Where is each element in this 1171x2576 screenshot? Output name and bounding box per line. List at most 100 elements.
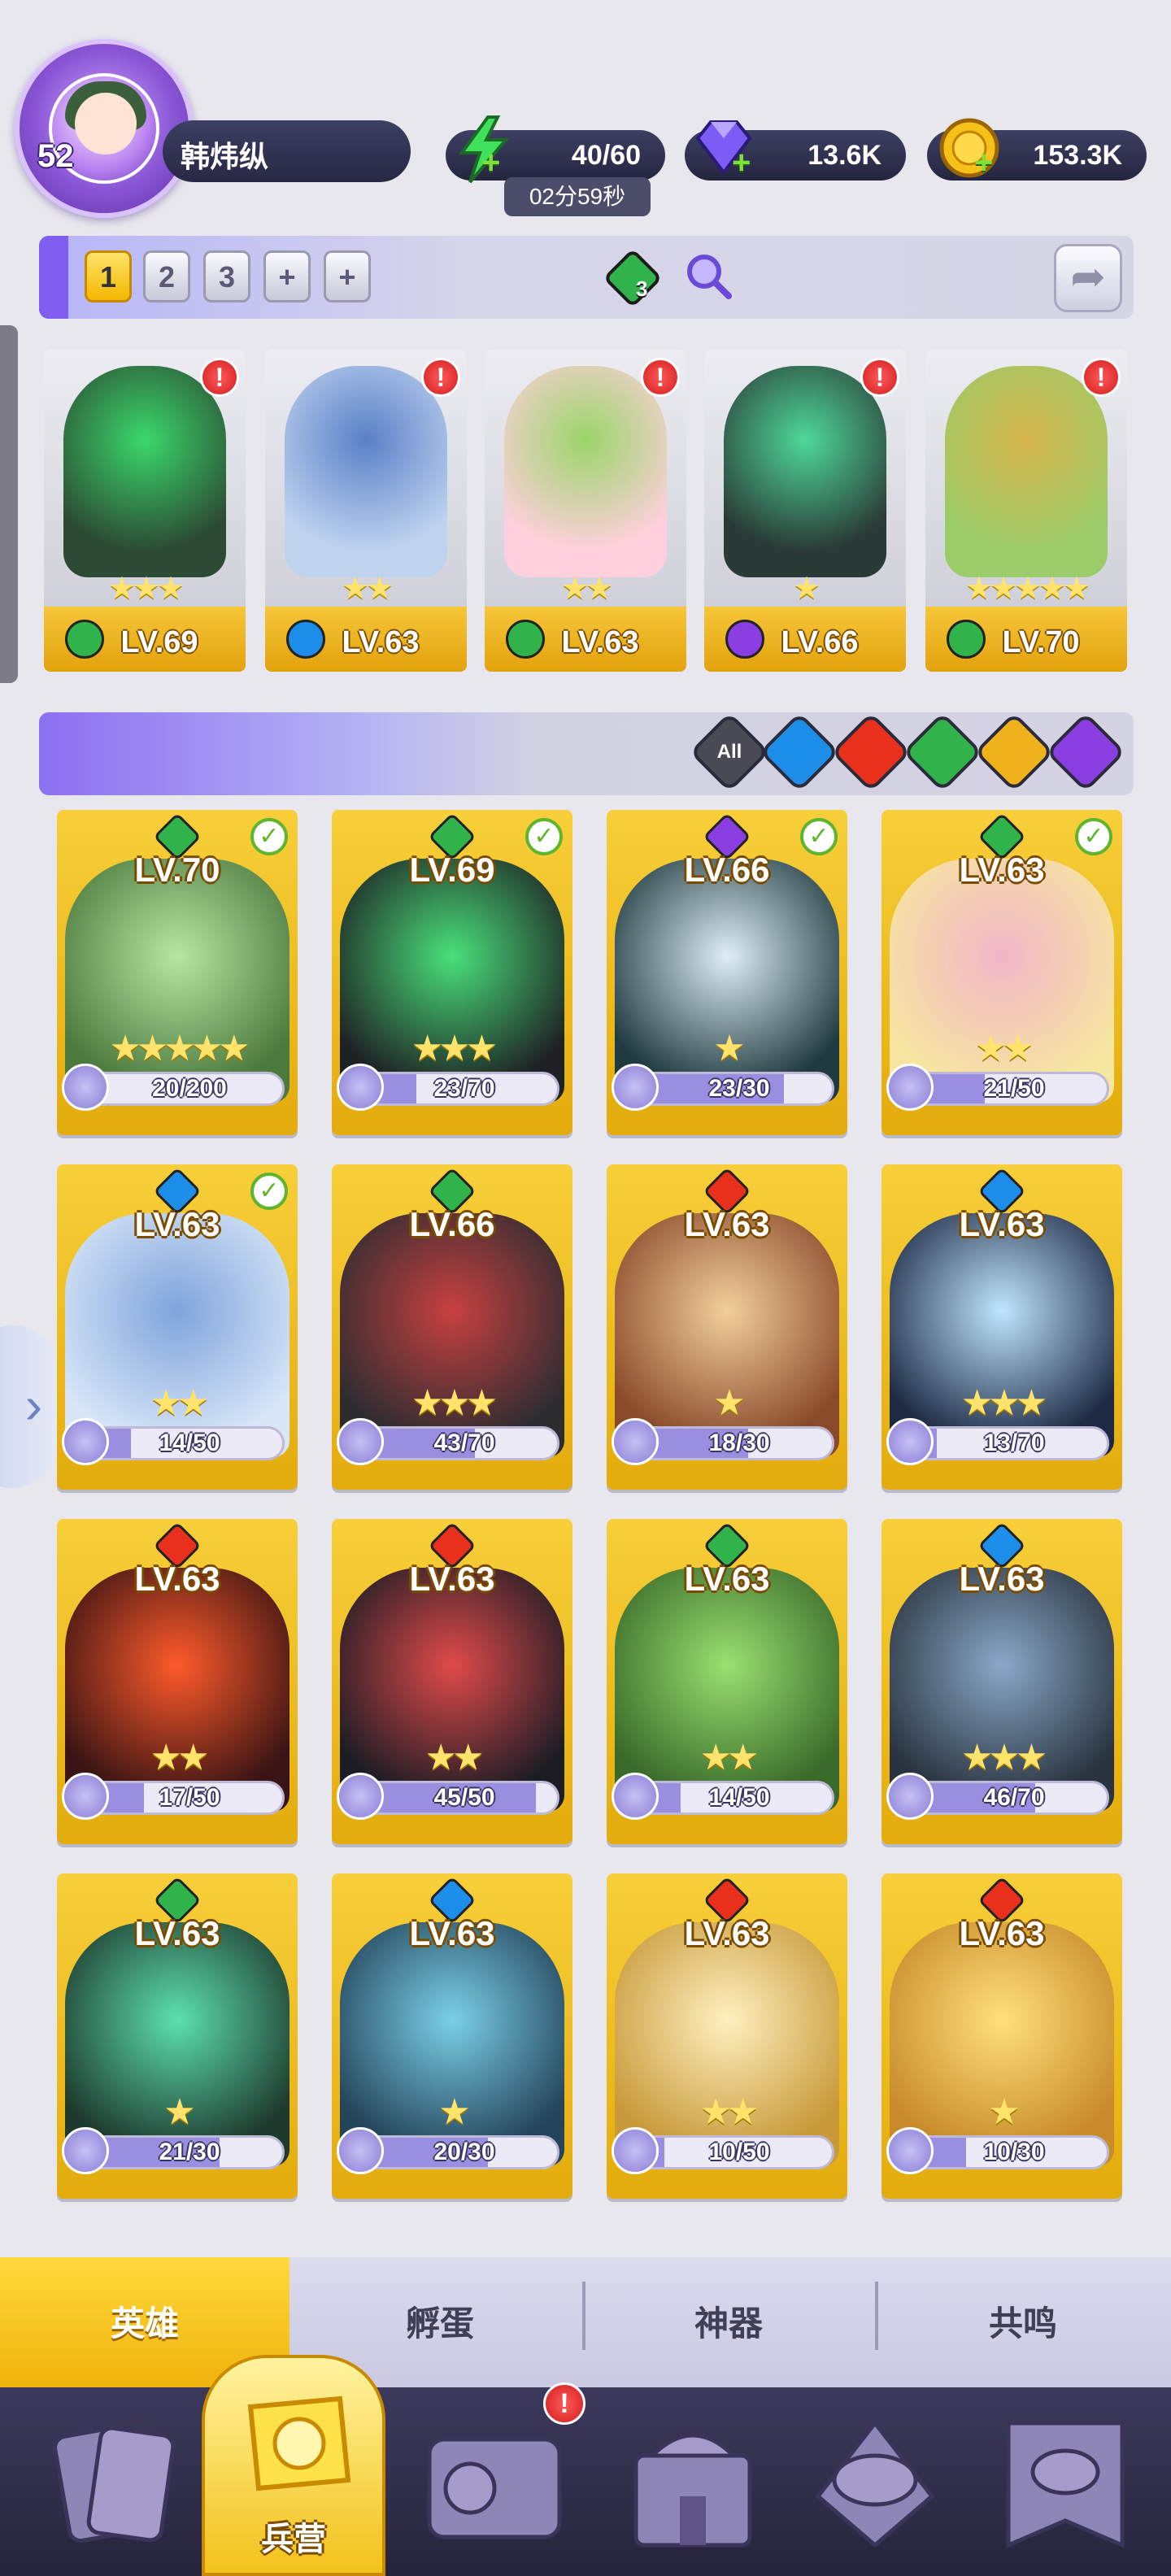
hero-card[interactable]: LV.63 ★ 10/30 <box>882 1873 1122 2199</box>
hero-stars: ★★ <box>699 1738 760 1778</box>
shard-icon <box>886 1418 934 1465</box>
hero-stars: ★★★ <box>411 1029 498 1068</box>
hero-card[interactable]: LV.66 ✓ ★ 23/30 <box>607 810 847 1135</box>
team-tab-add-1[interactable]: + <box>263 250 311 302</box>
team-tab-3[interactable]: 3 <box>203 250 250 302</box>
player-name: 韩炜纵 <box>181 140 269 173</box>
hero-portrait <box>285 366 447 577</box>
hero-level: LV.63 <box>959 1560 1045 1598</box>
player-avatar-frame[interactable] <box>15 39 194 218</box>
hero-stars: ★ <box>792 572 821 606</box>
hero-card[interactable]: LV.63 ★★ 45/50 <box>332 1519 572 1844</box>
hero-stars: ★★ <box>341 572 394 606</box>
hero-card[interactable]: LV.70 ✓ ★★★★★ 20/200 <box>57 810 298 1135</box>
check-icon: ✓ <box>250 1173 288 1210</box>
filter-label: All <box>716 741 742 763</box>
team-slot[interactable]: ★★ LV.63 ! <box>265 350 467 672</box>
hero-portrait <box>504 366 667 577</box>
hero-card[interactable]: LV.63 ★ 21/30 <box>57 1873 298 2199</box>
hero-stars: ★★ <box>699 2092 760 2132</box>
hero-stars: ★★ <box>150 1383 210 1423</box>
shard-icon <box>886 2127 934 2174</box>
hero-stars: ★★ <box>150 1738 210 1778</box>
team-slot[interactable]: ★★★ LV.69 ! <box>44 350 246 672</box>
team-tab-add-2[interactable]: + <box>324 250 371 302</box>
nav-castle-icon[interactable] <box>612 2407 774 2561</box>
hero-stars: ★★★★★ <box>109 1029 250 1068</box>
hero-level: LV.63 <box>134 1914 220 1952</box>
hero-level: LV.66 <box>781 625 859 659</box>
nature-element-icon <box>606 251 660 305</box>
nav-barracks-label: 兵营 <box>261 2522 326 2557</box>
hero-level: LV.63 <box>959 1914 1045 1952</box>
alert-badge: ! <box>641 358 680 397</box>
hero-card[interactable]: LV.63 ✓ ★★ 21/50 <box>882 810 1122 1135</box>
gold-value: 153.3K <box>1033 139 1122 171</box>
hero-card[interactable]: LV.63 ★ 18/30 <box>607 1164 847 1490</box>
team-slot[interactable]: ★★★★★ LV.70 ! <box>925 350 1127 672</box>
hero-stars: ★ <box>713 1029 745 1068</box>
shard-icon <box>886 1064 934 1111</box>
hero-stars: ★ <box>713 1383 745 1423</box>
hero-level: LV.63 <box>684 1914 770 1952</box>
hero-level: LV.63 <box>561 625 639 659</box>
shard-icon <box>337 2127 384 2174</box>
hero-stars: ★ <box>988 2092 1020 2132</box>
hero-stars: ★ <box>438 2092 470 2132</box>
magnifier-icon[interactable] <box>680 247 737 304</box>
hero-stars: ★★★ <box>411 1383 498 1423</box>
team-tab-2[interactable]: 2 <box>143 250 190 302</box>
team-slot[interactable]: ★ LV.66 ! <box>704 350 906 672</box>
hero-card[interactable]: LV.63 ★★ 10/50 <box>607 1873 847 2199</box>
hero-card[interactable]: LV.63 ★★★ 46/70 <box>882 1519 1122 1844</box>
alert-badge: ! <box>860 358 899 397</box>
check-icon: ✓ <box>1075 818 1112 855</box>
add-gold-button[interactable]: + <box>974 145 993 181</box>
alert-badge: ! <box>200 358 239 397</box>
hero-level: LV.63 <box>959 851 1045 889</box>
hero-card[interactable]: LV.63 ✓ ★★ 14/50 <box>57 1164 298 1490</box>
hero-stars: ★★★ <box>960 1383 1047 1423</box>
hero-level: LV.70 <box>1002 625 1080 659</box>
hero-card[interactable]: LV.63 ★★ 14/50 <box>607 1519 847 1844</box>
hero-stars: ★ <box>163 2092 195 2132</box>
hero-level: LV.63 <box>134 1205 220 1243</box>
share-button[interactable]: ➦ <box>1054 244 1122 312</box>
shard-icon <box>612 1418 659 1465</box>
add-gems-button[interactable]: + <box>732 145 751 181</box>
player-level: 52 <box>37 138 74 174</box>
team-element-count: 3 <box>636 276 648 301</box>
team-slot[interactable]: ★★ LV.63 ! <box>485 350 686 672</box>
hero-card[interactable]: LV.63 ★ 20/30 <box>332 1873 572 2199</box>
team-bar-accent <box>39 236 68 319</box>
shard-icon <box>337 1418 384 1465</box>
shard-icon <box>62 1418 109 1465</box>
nav-mushroom-icon[interactable] <box>794 2407 956 2561</box>
nav-map-icon[interactable] <box>413 2407 576 2561</box>
left-edge-handle[interactable] <box>0 325 18 683</box>
nav-banner-icon[interactable] <box>984 2407 1147 2561</box>
alert-badge: ! <box>421 358 460 397</box>
check-icon: ✓ <box>525 818 563 855</box>
subtab-resonance[interactable]: 共鸣 <box>878 2257 1168 2391</box>
hero-level: LV.69 <box>120 625 198 659</box>
team-tab-1[interactable]: 1 <box>85 250 132 302</box>
subtab-artifacts[interactable]: 神器 <box>586 2257 872 2391</box>
hero-card[interactable]: LV.63 ★★ 17/50 <box>57 1519 298 1844</box>
add-energy-button[interactable]: + <box>481 145 500 181</box>
hero-stars: ★★★ <box>107 572 185 606</box>
hero-stars: ★★ <box>424 1738 485 1778</box>
hero-stars: ★★★ <box>960 1738 1047 1778</box>
shard-icon <box>62 2127 109 2174</box>
hero-portrait <box>63 366 226 577</box>
nav-cards-icon[interactable] <box>29 2407 192 2561</box>
hero-level: LV.63 <box>684 1560 770 1598</box>
hero-stars: ★★★★★ <box>964 572 1090 606</box>
hero-card[interactable]: LV.69 ✓ ★★★ 23/70 <box>332 810 572 1135</box>
shard-icon <box>612 1773 659 1820</box>
hero-card[interactable]: LV.63 ★★★ 13/70 <box>882 1164 1122 1490</box>
hero-card[interactable]: LV.66 ★★★ 43/70 <box>332 1164 572 1490</box>
check-icon: ✓ <box>800 818 838 855</box>
side-expand-button[interactable]: › <box>0 1325 57 1488</box>
hero-stars: ★★ <box>974 1029 1034 1068</box>
